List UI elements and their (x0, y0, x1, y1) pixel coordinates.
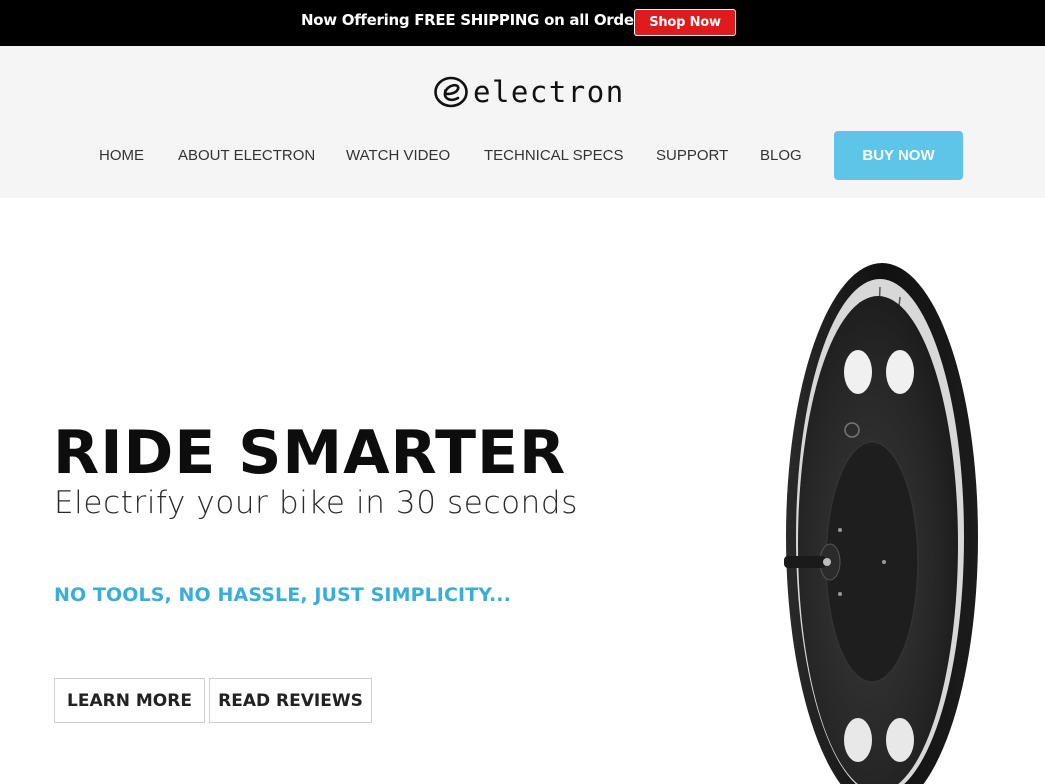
site-header: electron HOME ABOUT ELECTRON WATCH VIDEO… (0, 46, 1045, 198)
nav-support[interactable]: SUPPORT (656, 147, 728, 164)
buy-now-button[interactable]: BUY NOW (834, 131, 963, 180)
nav-blog[interactable]: BLOG (760, 147, 802, 164)
read-reviews-button[interactable]: READ REVIEWS (209, 678, 372, 723)
nav-watch-video[interactable]: WATCH VIDEO (346, 147, 450, 164)
shop-now-button[interactable]: Shop Now (634, 9, 736, 36)
electron-e-logo-icon (434, 76, 468, 108)
nav-home[interactable]: HOME (99, 147, 144, 164)
hero-tagline: NO TOOLS, NO HASSLE, JUST SIMPLICITY... (54, 584, 511, 606)
nav-about-electron[interactable]: ABOUT ELECTRON (178, 147, 315, 164)
learn-more-button[interactable]: LEARN MORE (54, 678, 205, 723)
brand-logo[interactable]: electron (433, 76, 625, 108)
hero-headline: RIDE SMARTER (53, 418, 567, 488)
announcement-bar: Now Offering FREE SHIPPING on all Orders… (0, 0, 1045, 46)
announcement-text: Now Offering FREE SHIPPING on all Orders… (301, 11, 656, 29)
hero-subheadline: Electrify your bike in 30 seconds (54, 485, 578, 521)
wheel-hub-motor-image (784, 263, 978, 784)
nav-technical-specs[interactable]: TECHNICAL SPECS (484, 147, 623, 164)
brand-name: electron (473, 75, 625, 109)
